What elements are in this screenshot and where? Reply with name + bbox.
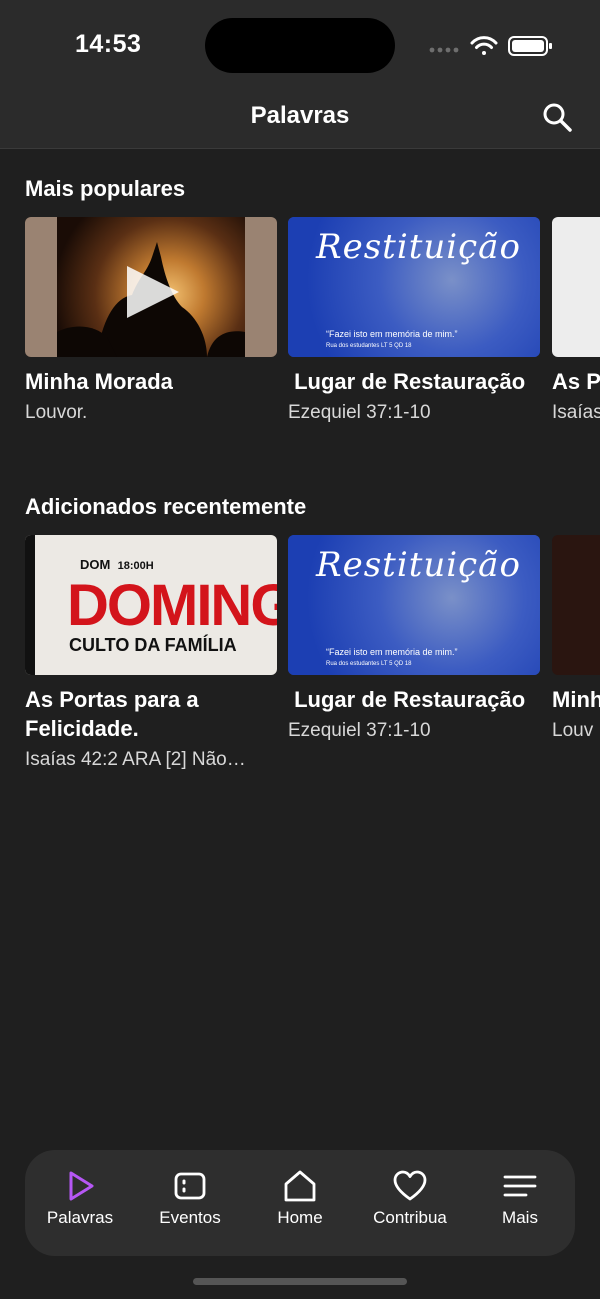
play-icon[interactable] bbox=[121, 262, 185, 322]
thumbnail-event-text: CULTO DA FAMÍLIA bbox=[69, 635, 237, 655]
tab-home[interactable]: Home bbox=[245, 1168, 355, 1228]
card-title: Lugar de Restauração bbox=[288, 687, 526, 712]
card-title: Minha Morada bbox=[25, 369, 173, 394]
thumbnail-script-text: Restituição bbox=[316, 227, 521, 267]
media-card[interactable]: Minha Morada Louvor. bbox=[25, 217, 277, 424]
media-card[interactable]: DOM 18:00H DOMINGO CULTO DA FAMÍLIA As P… bbox=[25, 535, 277, 771]
bottom-tab-bar: Palavras Eventos Home Contribua Mais bbox=[25, 1150, 575, 1256]
home-indicator[interactable] bbox=[193, 1278, 407, 1285]
page-title: Palavras bbox=[250, 102, 350, 129]
status-icons bbox=[429, 36, 552, 56]
tab-eventos[interactable]: Eventos bbox=[135, 1168, 245, 1228]
card-title: Lugar de Restauração bbox=[288, 369, 526, 394]
section-title-recent: Adicionados recentemente bbox=[25, 494, 307, 519]
card-thumbnail[interactable] bbox=[552, 217, 600, 357]
card-subtitle: Louv bbox=[552, 720, 594, 741]
card-subtitle: Isaías bbox=[552, 402, 600, 423]
media-card[interactable]: Restituição “Fazei isto em memória de mi… bbox=[288, 535, 540, 742]
tab-label: Contribua bbox=[373, 1208, 447, 1227]
tab-contribua[interactable]: Contribua bbox=[355, 1168, 465, 1228]
home-icon bbox=[284, 1170, 316, 1202]
thumbnail-script-text: Restituição bbox=[316, 545, 521, 585]
section-title-popular: Mais populares bbox=[25, 176, 186, 201]
card-thumbnail[interactable] bbox=[25, 217, 277, 357]
wifi-icon bbox=[470, 36, 498, 55]
card-title: As P bbox=[552, 369, 600, 394]
status-bar: 14:53 bbox=[0, 0, 600, 90]
thumbnail-address: Rua dos estudantes LT 5 QD 18 bbox=[326, 343, 412, 349]
search-icon[interactable] bbox=[540, 100, 574, 134]
cellular-signal-icon bbox=[429, 47, 459, 53]
heart-icon bbox=[393, 1170, 427, 1201]
thumbnail-quote: “Fazei isto em memória de mim.” bbox=[326, 329, 458, 339]
card-subtitle: Ezequiel 37:1-10 bbox=[288, 402, 431, 423]
popular-carousel[interactable]: Minha Morada Louvor. Restituição “Fazei … bbox=[0, 217, 600, 487]
battery-icon bbox=[508, 36, 552, 56]
top-header: Palavras bbox=[0, 90, 600, 149]
media-card[interactable]: Minh Louv bbox=[552, 535, 600, 742]
media-card[interactable]: As P Isaías bbox=[552, 217, 600, 424]
tab-label: Palavras bbox=[46, 1208, 114, 1227]
tab-label: Mais bbox=[502, 1208, 538, 1227]
card-thumbnail[interactable]: Restituição “Fazei isto em memória de mi… bbox=[288, 535, 540, 675]
calendar-icon bbox=[174, 1172, 206, 1200]
thumbnail-big-text: DOMINGO bbox=[67, 573, 277, 638]
tab-label: Home bbox=[277, 1208, 323, 1227]
media-card[interactable]: Restituição “Fazei isto em memória de mi… bbox=[288, 217, 540, 424]
thumbnail-day-time: DOM 18:00H bbox=[80, 557, 154, 572]
card-thumbnail[interactable]: Restituição “Fazei isto em memória de mi… bbox=[288, 217, 540, 357]
card-thumbnail[interactable]: DOM 18:00H DOMINGO CULTO DA FAMÍLIA bbox=[25, 535, 277, 675]
card-title: As Portas para a Felicidade. bbox=[25, 687, 199, 741]
card-title: Minh bbox=[552, 687, 600, 712]
thumbnail-address: Rua dos estudantes LT 5 QD 18 bbox=[326, 661, 412, 667]
thumbnail-quote: “Fazei isto em memória de mim.” bbox=[326, 647, 458, 657]
card-subtitle: Louvor. bbox=[25, 402, 88, 423]
card-subtitle: Isaías 42:2 ARA [2] Não… bbox=[25, 749, 246, 770]
play-icon bbox=[69, 1171, 94, 1201]
menu-icon bbox=[503, 1175, 537, 1197]
tab-mais[interactable]: Mais bbox=[465, 1168, 575, 1228]
card-subtitle: Ezequiel 37:1-10 bbox=[288, 720, 431, 741]
recent-carousel[interactable]: DOM 18:00H DOMINGO CULTO DA FAMÍLIA As P… bbox=[0, 535, 600, 805]
status-time: 14:53 bbox=[75, 30, 142, 58]
tab-label: Eventos bbox=[159, 1208, 221, 1227]
card-thumbnail[interactable] bbox=[552, 535, 600, 675]
tab-palavras[interactable]: Palavras bbox=[25, 1168, 135, 1228]
dynamic-island bbox=[205, 18, 395, 73]
